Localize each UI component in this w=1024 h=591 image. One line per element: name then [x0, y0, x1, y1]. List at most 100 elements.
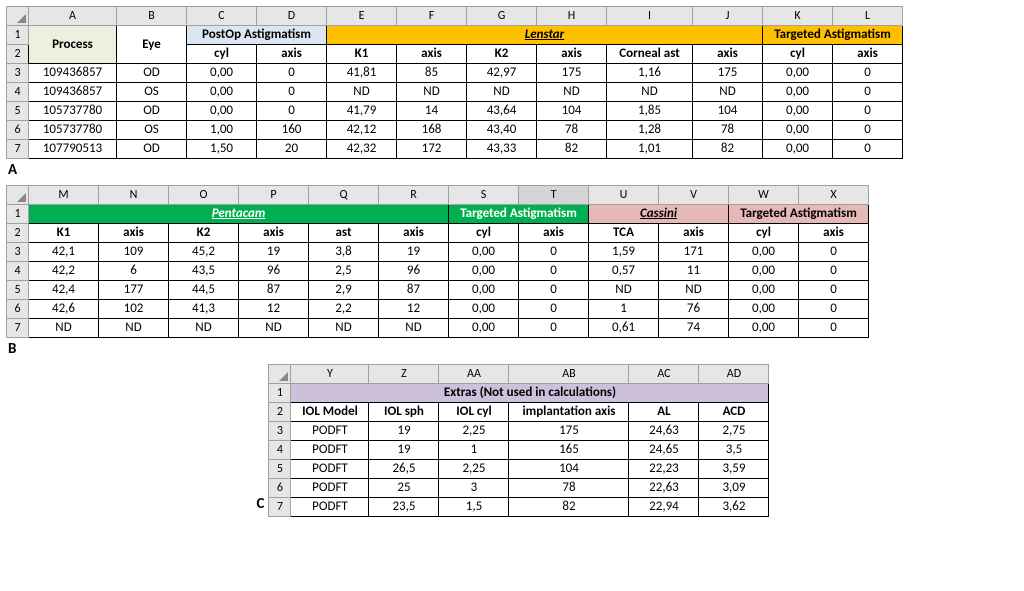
data-cell[interactable]: ND — [327, 83, 397, 102]
data-cell[interactable]: 22,63 — [629, 479, 699, 498]
col-header[interactable]: X — [799, 186, 869, 205]
row-header[interactable]: 4 — [7, 262, 29, 281]
data-cell[interactable]: 0 — [799, 319, 869, 338]
data-cell[interactable]: ND — [239, 319, 309, 338]
row-header[interactable]: 1 — [7, 205, 29, 224]
data-cell[interactable]: 165 — [509, 441, 629, 460]
data-cell[interactable]: 1 — [589, 300, 659, 319]
data-cell[interactable]: 160 — [257, 121, 327, 140]
data-cell[interactable]: ND — [607, 83, 693, 102]
data-cell[interactable]: 3,5 — [699, 441, 769, 460]
data-cell[interactable]: 175 — [693, 64, 763, 83]
data-cell[interactable]: 0 — [519, 300, 589, 319]
data-cell[interactable]: 19 — [369, 441, 439, 460]
data-cell[interactable]: 0,61 — [589, 319, 659, 338]
data-cell[interactable]: ND — [693, 83, 763, 102]
data-cell[interactable]: 109 — [99, 243, 169, 262]
data-cell[interactable]: PODFT — [291, 441, 369, 460]
data-cell[interactable]: 25 — [369, 479, 439, 498]
data-cell[interactable]: 0,00 — [763, 64, 833, 83]
data-cell[interactable]: 0 — [833, 102, 903, 121]
data-cell[interactable]: 42,2 — [29, 262, 99, 281]
data-cell[interactable]: 43,33 — [467, 140, 537, 159]
row-header[interactable]: 5 — [269, 460, 291, 479]
col-header[interactable]: M — [29, 186, 99, 205]
data-cell[interactable]: 172 — [397, 140, 467, 159]
row-header[interactable]: 3 — [7, 64, 29, 83]
row-header[interactable]: 1 — [7, 26, 29, 45]
col-header[interactable]: A — [29, 7, 117, 26]
data-cell[interactable]: 105737780 — [29, 102, 117, 121]
data-cell[interactable]: OS — [117, 121, 187, 140]
col-header[interactable]: N — [99, 186, 169, 205]
row-header[interactable]: 3 — [269, 422, 291, 441]
data-cell[interactable]: 0 — [257, 83, 327, 102]
data-cell[interactable]: 0,00 — [187, 64, 257, 83]
data-cell[interactable]: 14 — [397, 102, 467, 121]
row-header[interactable]: 6 — [7, 121, 29, 140]
row-header[interactable]: 7 — [269, 498, 291, 517]
data-cell[interactable]: 168 — [397, 121, 467, 140]
data-cell[interactable]: 0,00 — [763, 140, 833, 159]
col-header[interactable]: D — [257, 7, 327, 26]
data-cell[interactable]: 41,81 — [327, 64, 397, 83]
data-cell[interactable]: 42,1 — [29, 243, 99, 262]
data-cell[interactable]: 42,32 — [327, 140, 397, 159]
data-cell[interactable]: 11 — [659, 262, 729, 281]
data-cell[interactable]: 6 — [99, 262, 169, 281]
row-header[interactable]: 5 — [7, 102, 29, 121]
data-cell[interactable]: 22,23 — [629, 460, 699, 479]
data-cell[interactable]: 102 — [99, 300, 169, 319]
data-cell[interactable]: 26,5 — [369, 460, 439, 479]
row-header[interactable]: 2 — [269, 403, 291, 422]
data-cell[interactable]: 78 — [693, 121, 763, 140]
data-cell[interactable]: 0,00 — [449, 300, 519, 319]
data-cell[interactable]: 0 — [833, 64, 903, 83]
data-cell[interactable]: 107790513 — [29, 140, 117, 159]
data-cell[interactable]: ND — [379, 319, 449, 338]
data-cell[interactable]: 0 — [799, 262, 869, 281]
row-header[interactable]: 2 — [7, 224, 29, 243]
col-header[interactable]: G — [467, 7, 537, 26]
data-cell[interactable]: 0 — [799, 281, 869, 300]
data-cell[interactable]: 0,00 — [763, 121, 833, 140]
data-cell[interactable]: ND — [397, 83, 467, 102]
data-cell[interactable]: 0,57 — [589, 262, 659, 281]
data-cell[interactable]: 109436857 — [29, 64, 117, 83]
data-cell[interactable]: 12 — [379, 300, 449, 319]
data-cell[interactable]: 0 — [799, 243, 869, 262]
col-header[interactable]: T — [519, 186, 589, 205]
col-header[interactable]: AB — [509, 365, 629, 384]
data-cell[interactable]: 0,00 — [449, 243, 519, 262]
data-cell[interactable]: 43,64 — [467, 102, 537, 121]
col-header[interactable]: P — [239, 186, 309, 205]
data-cell[interactable]: 1,01 — [607, 140, 693, 159]
data-cell[interactable]: 2,25 — [439, 422, 509, 441]
data-cell[interactable]: 3,8 — [309, 243, 379, 262]
data-cell[interactable]: 171 — [659, 243, 729, 262]
col-header[interactable]: F — [397, 7, 467, 26]
data-cell[interactable]: 42,97 — [467, 64, 537, 83]
data-cell[interactable]: 104 — [509, 460, 629, 479]
row-header[interactable]: 2 — [7, 45, 29, 64]
data-cell[interactable]: 0,00 — [729, 262, 799, 281]
row-header[interactable]: 4 — [7, 83, 29, 102]
col-header[interactable]: L — [833, 7, 903, 26]
data-cell[interactable]: 3,09 — [699, 479, 769, 498]
data-cell[interactable]: 1,5 — [439, 498, 509, 517]
data-cell[interactable]: 0,00 — [449, 319, 519, 338]
data-cell[interactable]: 41,3 — [169, 300, 239, 319]
col-header[interactable]: E — [327, 7, 397, 26]
data-cell[interactable]: 0,00 — [729, 281, 799, 300]
data-cell[interactable]: 44,5 — [169, 281, 239, 300]
data-cell[interactable]: 0 — [257, 64, 327, 83]
data-cell[interactable]: ND — [589, 281, 659, 300]
col-header[interactable]: S — [449, 186, 519, 205]
data-cell[interactable]: 0 — [519, 262, 589, 281]
data-cell[interactable]: 42,12 — [327, 121, 397, 140]
col-header[interactable]: U — [589, 186, 659, 205]
col-header[interactable]: B — [117, 7, 187, 26]
data-cell[interactable]: OD — [117, 64, 187, 83]
col-header[interactable]: C — [187, 7, 257, 26]
data-cell[interactable]: PODFT — [291, 422, 369, 441]
